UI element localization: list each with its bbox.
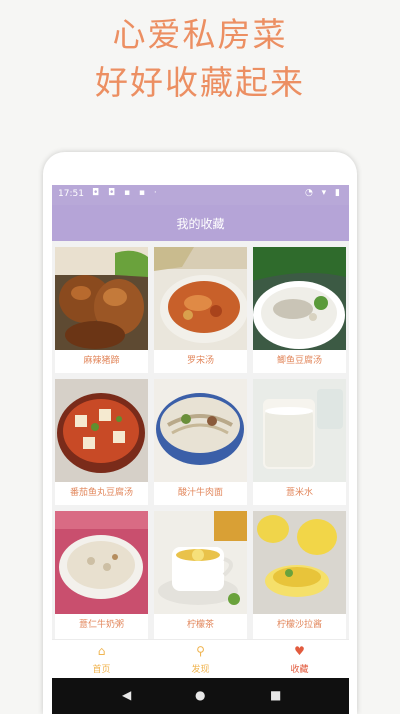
recipe-card[interactable]: 鲫鱼豆腐汤 xyxy=(253,247,346,373)
recipe-name: 薏仁牛奶粥 xyxy=(78,620,124,630)
app-screen: 17:51 ◘ ◘ ▪ ▪ · ◔ ▾ ▮ 我的收藏 麻辣猪蹄 罗宋汤 鲫鱼豆腐… xyxy=(52,185,349,714)
nav-item-home[interactable]: ⌂ 首页 xyxy=(52,640,151,679)
recipe-name: 薏米水 xyxy=(285,488,313,498)
recipe-image xyxy=(253,379,346,482)
recipe-card[interactable]: 麻辣猪蹄 xyxy=(55,247,148,373)
recipe-name: 柠檬茶 xyxy=(186,620,214,630)
status-time: 17:51 xyxy=(58,189,84,199)
nav-label: 发现 xyxy=(191,665,210,675)
search-icon: ⚲ xyxy=(196,644,205,658)
recipe-image xyxy=(55,379,148,482)
recipe-image xyxy=(154,379,247,482)
recipe-card[interactable]: 柠檬茶 xyxy=(154,511,247,637)
home-circle-icon[interactable]: ● xyxy=(195,688,205,702)
system-status-icons: ◔ ▾ ▮ xyxy=(304,188,343,198)
recipe-card[interactable]: 薏仁牛奶粥 xyxy=(55,511,148,637)
recipe-card[interactable]: 番茄鱼丸豆腐汤 xyxy=(55,379,148,505)
nav-label: 收藏 xyxy=(290,665,309,675)
promo-headline-2: 好好收藏起来 xyxy=(95,63,305,102)
bottom-navigation: ⌂ 首页 ⚲ 发现 ♥ 收藏 xyxy=(52,639,349,679)
favorites-grid: 麻辣猪蹄 罗宋汤 鲫鱼豆腐汤 番茄鱼丸豆腐汤 酸汁牛肉面 薏米水 薏仁牛奶粥 柠… xyxy=(52,241,349,641)
system-navigation-bar: ◀ ● ■ xyxy=(52,678,349,714)
nav-item-favorites[interactable]: ♥ 收藏 xyxy=(250,640,349,679)
recipe-name: 柠檬沙拉酱 xyxy=(276,620,322,630)
back-icon[interactable]: ◀ xyxy=(122,688,131,702)
recipe-name: 酸汁牛肉面 xyxy=(177,488,223,498)
recipe-image xyxy=(55,511,148,614)
home-icon: ⌂ xyxy=(97,644,106,658)
phone-frame: 17:51 ◘ ◘ ▪ ▪ · ◔ ▾ ▮ 我的收藏 麻辣猪蹄 罗宋汤 鲫鱼豆腐… xyxy=(43,152,357,714)
recipe-card[interactable]: 柠檬沙拉酱 xyxy=(253,511,346,637)
recipe-image xyxy=(55,247,148,350)
recipe-card[interactable]: 罗宋汤 xyxy=(154,247,247,373)
recent-apps-icon[interactable]: ■ xyxy=(270,688,281,702)
recipe-image xyxy=(154,511,247,614)
recipe-card[interactable]: 酸汁牛肉面 xyxy=(154,379,247,505)
nav-item-discover[interactable]: ⚲ 发现 xyxy=(151,640,250,679)
status-bar: 17:51 ◘ ◘ ▪ ▪ · ◔ ▾ ▮ xyxy=(52,185,349,205)
recipe-name: 罗宋汤 xyxy=(186,356,214,366)
recipe-image xyxy=(253,511,346,614)
recipe-image xyxy=(253,247,346,350)
promo-headline-1: 心爱私房菜 xyxy=(112,15,288,54)
recipe-card[interactable]: 薏米水 xyxy=(253,379,346,505)
recipe-name: 麻辣猪蹄 xyxy=(83,356,120,366)
recipe-name: 鲫鱼豆腐汤 xyxy=(276,356,322,366)
recipe-image xyxy=(154,247,247,350)
page-title: 我的收藏 xyxy=(176,216,225,231)
nav-label: 首页 xyxy=(92,665,111,675)
heart-icon: ♥ xyxy=(294,644,305,658)
notification-icons: ◘ ◘ ▪ ▪ · xyxy=(92,188,160,198)
app-bar: 我的收藏 xyxy=(52,205,349,241)
recipe-name: 番茄鱼丸豆腐汤 xyxy=(69,488,133,498)
